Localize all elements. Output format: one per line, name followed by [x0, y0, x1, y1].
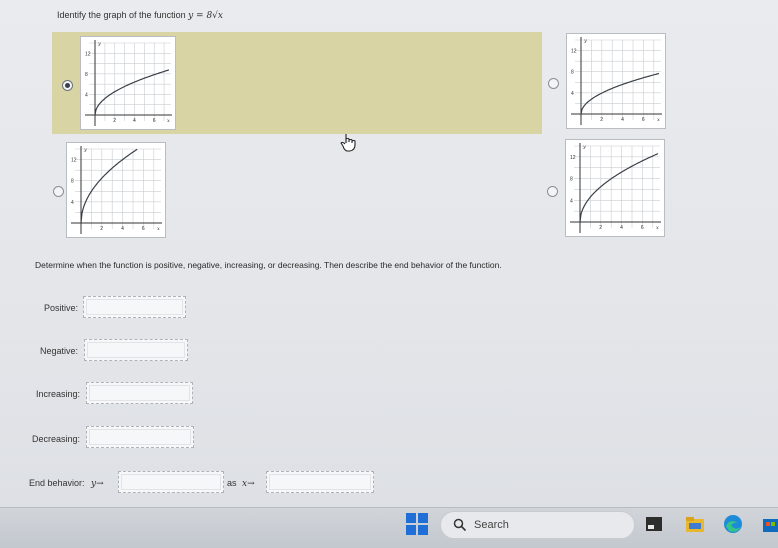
option-b-svg: 12 8 4 2 4 6 x y [571, 37, 662, 125]
positive-label: Positive: [44, 303, 79, 313]
y-tick-label: 4 [71, 200, 74, 206]
option-b-graph[interactable]: 12 8 4 2 4 6 x y [566, 33, 666, 129]
edge-browser-icon[interactable] [722, 513, 744, 535]
decreasing-label: Decreasing: [32, 434, 81, 444]
y-tick-label: 12 [570, 155, 576, 161]
x-tick-label: 4 [621, 117, 624, 123]
x-axis-label: x [157, 226, 160, 232]
option-a-radio[interactable] [62, 80, 73, 91]
y-tick-label: 8 [71, 179, 74, 185]
question-prefix: Identify the graph of the function [57, 10, 186, 20]
y-axis-label: y [97, 41, 101, 47]
option-d-svg: 12 8 4 2 4 6 x y [570, 143, 661, 233]
option-a-svg: 12 8 4 2 4 6 x y [85, 40, 172, 126]
y-axis-label: y [583, 38, 587, 44]
x-tick-label: 4 [620, 225, 623, 231]
x-tick-label: 6 [153, 118, 156, 124]
decreasing-input[interactable] [86, 426, 194, 448]
taskbar-search[interactable]: Search [440, 511, 635, 539]
option-c-radio[interactable] [53, 186, 64, 197]
x-tick-label: 2 [100, 226, 103, 232]
x-tick-label: 2 [600, 117, 603, 123]
end-behavior-x-input[interactable] [266, 471, 374, 493]
function-curve [80, 148, 138, 224]
option-c-graph[interactable]: 12 8 4 2 4 6 x y [66, 142, 166, 238]
question-function: y = 8√x [188, 11, 223, 21]
end-behavior-as: as [227, 478, 237, 488]
y-tick-label: 8 [85, 72, 88, 78]
x-axis-label: x [656, 225, 659, 231]
x-tick-label: 6 [142, 226, 145, 232]
negative-label: Negative: [40, 346, 79, 356]
file-explorer-icon[interactable] [684, 513, 706, 535]
option-c-svg: 12 8 4 2 4 6 x y [71, 146, 162, 234]
y-tick-label: 4 [571, 91, 574, 97]
y-axis-label: y [83, 147, 87, 153]
increasing-input[interactable] [86, 382, 193, 404]
function-curve [94, 69, 170, 116]
search-icon [453, 518, 467, 532]
y-tick-label: 4 [85, 92, 88, 98]
instructions-text: Determine when the function is positive,… [35, 260, 502, 270]
positive-input[interactable] [83, 296, 186, 318]
option-d-radio[interactable] [547, 186, 558, 197]
x-tick-label: 6 [642, 117, 645, 123]
y-tick-label: 4 [570, 198, 573, 204]
hand-cursor-icon [340, 134, 356, 152]
x-tick-label: 2 [599, 225, 602, 231]
end-behavior-x-arrow: x→ [242, 479, 255, 489]
y-tick-label: 12 [85, 51, 91, 57]
x-axis-label: x [657, 117, 660, 123]
option-d-graph[interactable]: 12 8 4 2 4 6 x y [565, 139, 665, 237]
y-tick-label: 12 [571, 49, 577, 55]
negative-input[interactable] [84, 339, 188, 361]
y-tick-label: 8 [571, 70, 574, 76]
y-axis-label: y [582, 144, 586, 150]
end-behavior-y-input[interactable] [118, 471, 224, 493]
option-a-graph[interactable]: 12 8 4 2 4 6 x y [80, 36, 176, 130]
option-b-radio[interactable] [548, 78, 559, 89]
increasing-label: Increasing: [36, 389, 81, 399]
function-curve [579, 153, 659, 223]
question-text: Identify the graph of the function y = 8… [57, 10, 223, 21]
x-tick-label: 4 [121, 226, 124, 232]
end-behavior-y-arrow: y→ [91, 479, 104, 489]
end-behavior-label: End behavior: [29, 478, 85, 488]
windows-start-icon[interactable] [406, 513, 428, 535]
x-tick-label: 4 [133, 118, 136, 124]
function-curve [580, 72, 660, 115]
y-tick-label: 12 [71, 158, 77, 164]
terminal-icon[interactable] [643, 513, 665, 535]
x-tick-label: 6 [641, 225, 644, 231]
x-axis-label: x [167, 118, 170, 124]
y-tick-label: 8 [570, 177, 573, 183]
search-label: Search [474, 519, 509, 531]
x-tick-label: 2 [113, 118, 116, 124]
store-icon[interactable] [760, 513, 778, 535]
